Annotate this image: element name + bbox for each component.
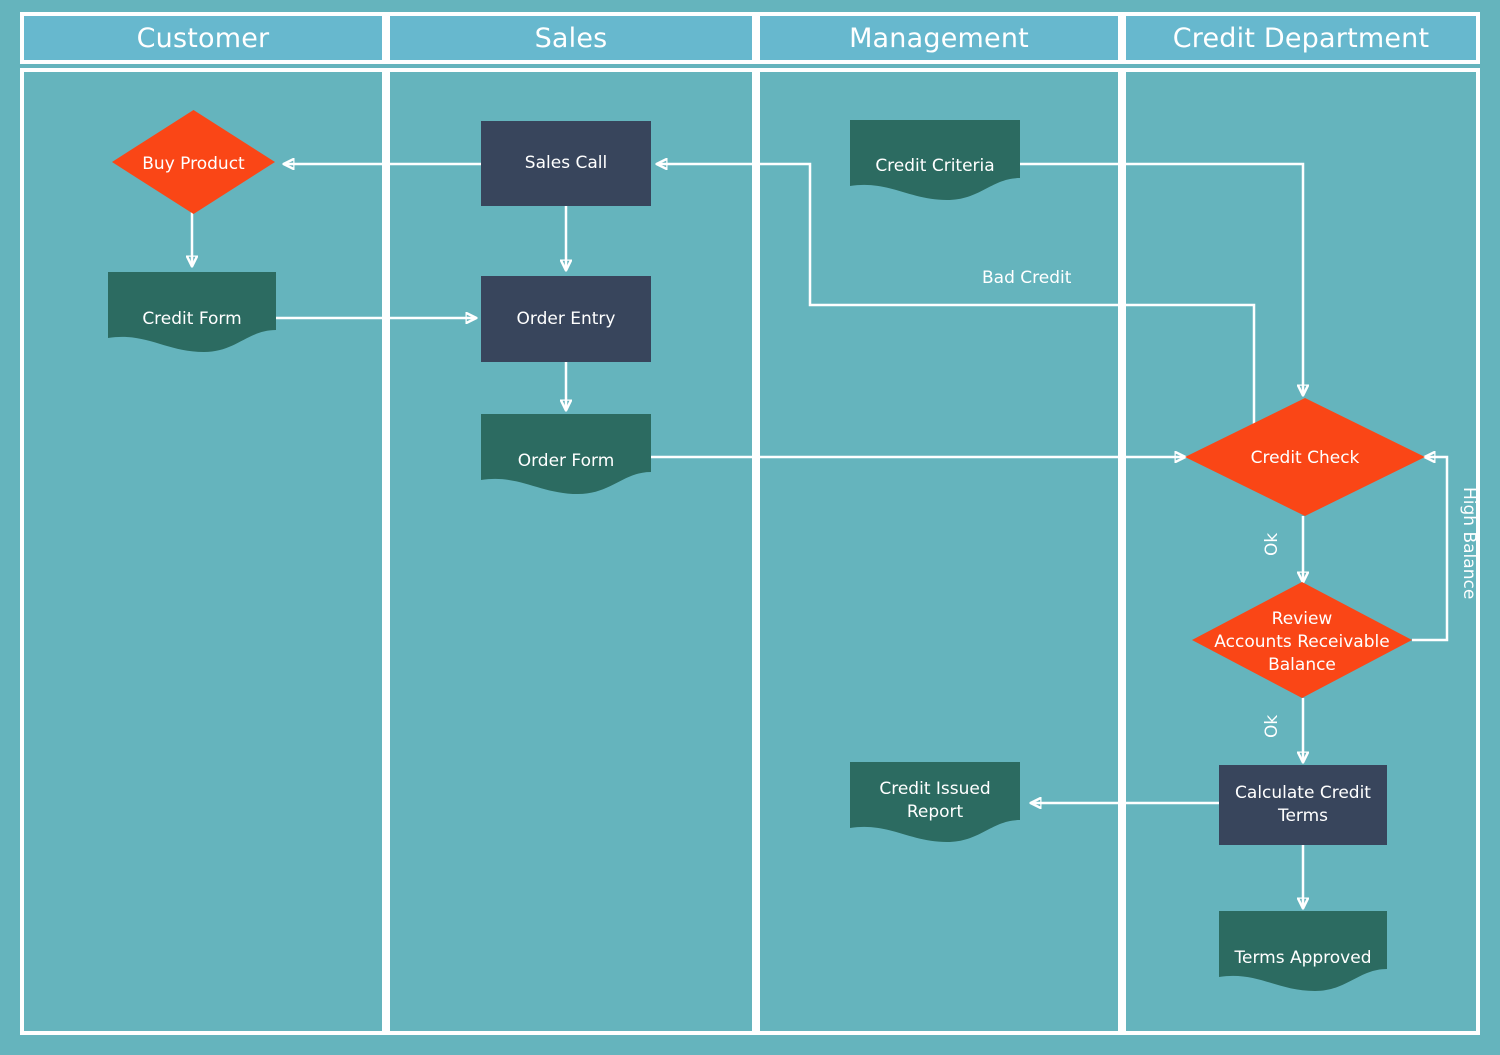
node-order-entry[interactable]: Order Entry — [481, 276, 651, 362]
node-credit-check[interactable]: Credit Check — [1185, 398, 1425, 516]
node-label-review-ar-balance-line3: Balance — [1268, 655, 1336, 675]
connector-label-bad-credit: Bad Credit — [982, 268, 1072, 288]
node-label-order-form: Order Form — [517, 451, 615, 471]
node-label-buy-product: Buy Product — [142, 154, 245, 174]
node-review-ar-balance[interactable]: Review Accounts Receivable Balance — [1192, 582, 1412, 698]
node-buy-product[interactable]: Buy Product — [112, 110, 275, 214]
connector-label-ok-2: Ok — [1262, 714, 1282, 738]
node-order-form[interactable]: Order Form — [481, 414, 651, 494]
node-label-calculate-credit-terms-line2: Terms — [1277, 806, 1329, 826]
node-sales-call[interactable]: Sales Call — [481, 121, 651, 206]
connector-label-ok-1: Ok — [1262, 532, 1282, 556]
node-label-credit-issued-report-line1: Credit Issued — [879, 779, 991, 799]
node-terms-approved[interactable]: Terms Approved — [1219, 911, 1387, 991]
node-label-credit-issued-report-line2: Report — [906, 802, 964, 822]
node-label-sales-call: Sales Call — [524, 153, 608, 174]
node-label-credit-check: Credit Check — [1250, 448, 1360, 468]
connector-label-high-balance: High Balance — [1459, 487, 1479, 600]
node-label-order-entry: Order Entry — [516, 308, 616, 329]
node-label-review-ar-balance-line2: Accounts Receivable — [1214, 632, 1390, 652]
flowchart-canvas: Customer Sales Management Credit Departm… — [0, 0, 1500, 1055]
node-label-credit-form: Credit Form — [142, 309, 242, 329]
node-credit-form[interactable]: Credit Form — [108, 272, 276, 352]
node-label-terms-approved: Terms Approved — [1234, 948, 1372, 968]
node-label-review-ar-balance-line1: Review — [1271, 609, 1333, 629]
node-label-calculate-credit-terms-line1: Calculate Credit — [1235, 783, 1371, 804]
node-credit-issued-report[interactable]: Credit Issued Report — [850, 762, 1020, 842]
node-label-credit-criteria: Credit Criteria — [875, 156, 995, 176]
node-credit-criteria[interactable]: Credit Criteria — [850, 120, 1020, 200]
node-calculate-credit-terms[interactable]: Calculate Credit Terms — [1219, 765, 1387, 845]
